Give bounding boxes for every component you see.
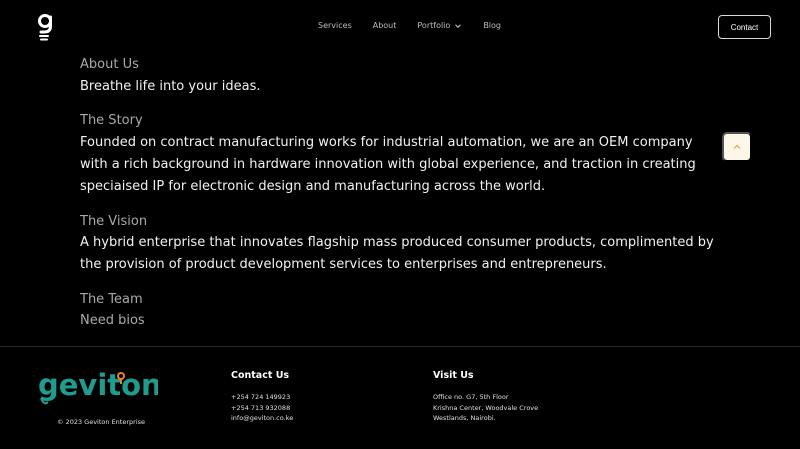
address-line-3: Westlands, Nairobi. xyxy=(433,414,496,422)
contact-button[interactable]: Contact xyxy=(718,15,771,39)
vision-heading: The Vision xyxy=(80,214,148,229)
nav-about-label: About xyxy=(372,21,397,30)
geviton-footer-logo[interactable]: geviton xyxy=(36,368,158,408)
chevron-down-icon xyxy=(455,23,462,28)
svg-text:geviton: geviton xyxy=(38,368,158,402)
nav-services-label: Services xyxy=(318,21,352,30)
footer-visit: Visit Us Office no. G7, 5th Floor Krishn… xyxy=(433,370,538,424)
geviton-logo-icon[interactable] xyxy=(36,12,56,42)
chevron-up-icon xyxy=(733,144,741,149)
contact-heading: Contact Us xyxy=(231,370,290,381)
team-heading: The Team xyxy=(80,292,143,307)
about-text: Breathe life into your ideas. xyxy=(80,79,261,94)
phone-1[interactable]: +254 724 149923 xyxy=(231,392,293,403)
nav-blog-label: Blog xyxy=(483,21,501,30)
vision-text: A hybrid enterprise that innovates flags… xyxy=(80,235,714,272)
scroll-to-top-button[interactable] xyxy=(722,132,752,162)
main-nav: Services About Portfolio Blog xyxy=(318,21,522,30)
nav-portfolio-label: Portfolio xyxy=(417,21,451,30)
team-text: Need bios xyxy=(80,313,145,328)
footer-contact: Contact Us +254 724 149923 +254 713 9320… xyxy=(231,370,293,424)
nav-services[interactable]: Services xyxy=(318,21,352,30)
nav-about[interactable]: About xyxy=(373,21,397,30)
nav-blog[interactable]: Blog xyxy=(483,21,501,30)
phone-2[interactable]: +254 713 932088 xyxy=(231,403,293,414)
email-link[interactable]: info@geviton.co.ke xyxy=(231,413,293,424)
story-heading: The Story xyxy=(80,113,143,128)
address-line-2: Krishna Center, Woodvale Crove xyxy=(433,403,539,412)
visit-heading: Visit Us xyxy=(433,370,474,381)
footer-divider xyxy=(0,346,800,347)
about-heading: About Us xyxy=(80,57,139,72)
nav-portfolio[interactable]: Portfolio xyxy=(417,21,462,30)
story-text: Founded on contract manufacturing works … xyxy=(80,135,696,194)
copyright-text: © 2023 Geviton Enterprise xyxy=(57,418,146,426)
address-line-1: Office no. G7, 5th Floor xyxy=(433,393,509,401)
site-header: Services About Portfolio Blog Contact xyxy=(0,0,800,54)
